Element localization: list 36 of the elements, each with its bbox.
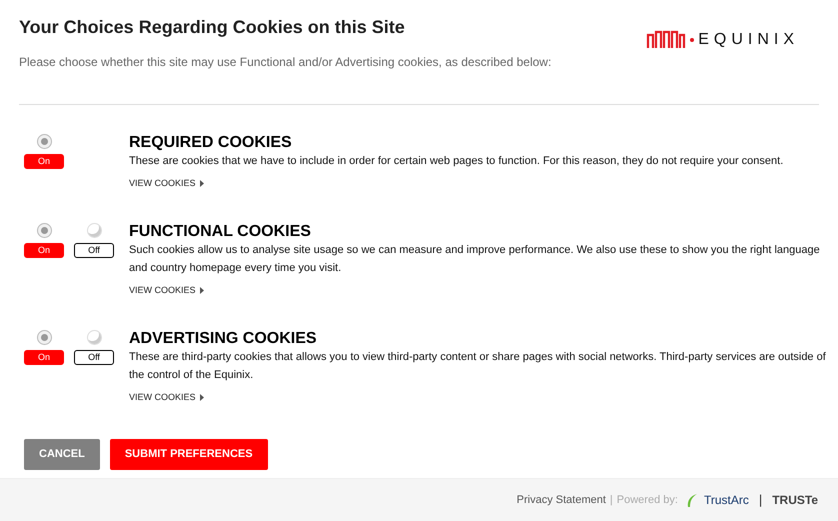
cancel-button[interactable]: CANCEL [24,438,100,470]
section-description: These are cookies that we have to include in order for certain web pages to function. For this reason, they do not require your consent. [129,154,784,169]
radio-button[interactable] [36,330,52,345]
caret-icon [200,394,204,401]
privacy-link[interactable]: Privacy Statement [516,492,606,508]
radio-button[interactable] [36,134,52,149]
radio-button[interactable] [86,330,102,345]
caret-icon [200,180,204,187]
swoosh-icon [686,493,698,507]
section-heading: ADVERTISING COOKIES [129,330,318,348]
logo-icon [646,30,686,50]
radio-button[interactable] [36,222,52,238]
toggle-label[interactable]: On [24,350,64,365]
radio-button[interactable] [86,222,102,238]
truste-logo-text: TRUSTe [772,492,818,509]
toggle-label[interactable]: On [24,154,64,169]
toggle-label[interactable]: Off [74,350,114,365]
section-description: Such cookies allow us to analyse site usage so we can measure and improve performance. We also use these to show you the right language and country homepage every time you visit. [129,242,821,276]
view-cookies-link[interactable]: VIEW COOKIES [129,284,204,298]
page-title: Your Choices Regarding Cookies on this Site [19,17,406,39]
trustarc-logo-text: TrustArc [704,492,749,509]
submit-button[interactable]: SUBMIT PREFERENCES [110,438,268,470]
toggle-label[interactable]: On [24,242,64,258]
view-cookies-link[interactable]: VIEW COOKIES [129,390,204,404]
powered-by-text: Powered by: [616,492,678,508]
dot-icon [690,38,694,42]
divider-text: | [758,491,762,510]
section-description: These are third-party cookies that allows you to view third-party content or share pages with social networks. Third-party services are outside of the control of the Equinix. [129,350,827,383]
section-heading: FUNCTIONAL COOKIES [129,222,312,241]
logo-text: EQUINIX [698,30,799,50]
separator-text: | [610,492,613,508]
toggle-label[interactable]: Off [74,242,114,258]
section-heading: REQUIRED COOKIES [129,134,293,152]
intro-text: Please choose whether this site may use Functional and/or Advertising cookies, as described below: [19,54,552,71]
view-cookies-link[interactable]: VIEW COOKIES [129,176,204,190]
caret-icon [200,286,204,294]
